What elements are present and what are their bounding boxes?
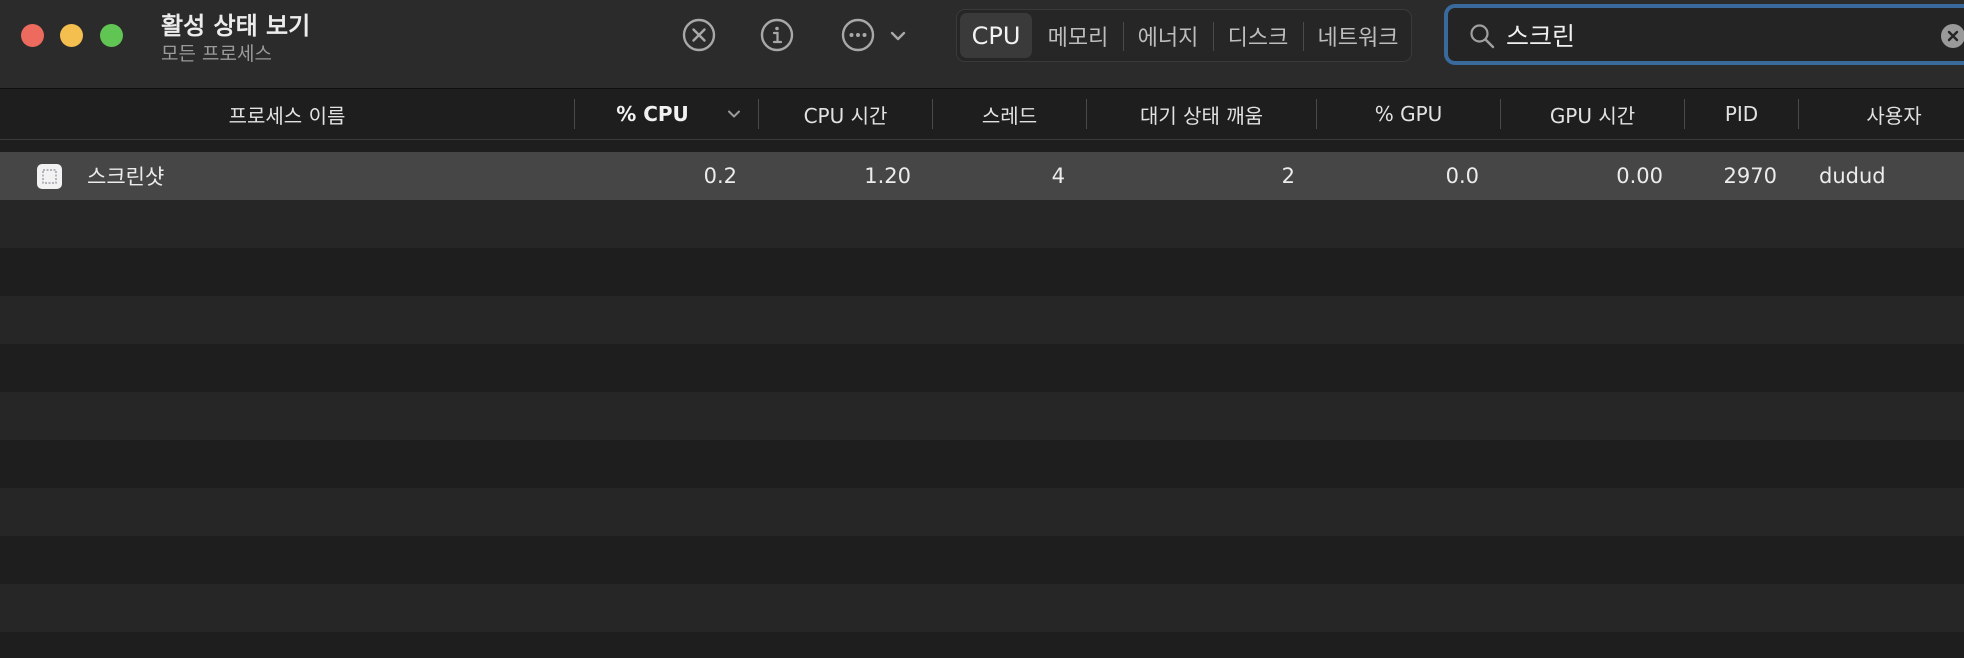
view-tab-bar: CPU 메모리 에너지 디스크 네트워크 [956, 9, 1412, 62]
empty-row [0, 344, 1964, 392]
column-header-idle-wakeups[interactable]: 대기 상태 깨움 [1087, 89, 1316, 139]
more-actions-menu-chevron[interactable] [887, 26, 909, 46]
cell-gpu: 0.0 [1445, 164, 1479, 188]
tab-divider [1213, 22, 1214, 51]
process-table: 스크린샷 0.2 1.20 4 2 0.0 0.00 2970 dudud [0, 152, 1964, 632]
toolbar: 활성 상태 보기 모든 프로세스 CPU 메모리 에너지 디스크 네트워크 스크… [0, 0, 1964, 89]
table-row[interactable]: 스크린샷 0.2 1.20 4 2 0.0 0.00 2970 dudud [0, 152, 1964, 200]
cell-gpu-time: 0.00 [1616, 164, 1663, 188]
cell-idle-wakeups: 2 [1281, 164, 1295, 188]
tab-divider [1123, 22, 1124, 51]
column-header-user[interactable]: 사용자 [1799, 89, 1964, 139]
search-input[interactable] [1506, 17, 1906, 53]
cell-cpu: 0.2 [703, 164, 737, 188]
x-circle-icon [682, 18, 716, 52]
empty-row [0, 536, 1964, 584]
clear-circle-icon [1941, 24, 1964, 48]
empty-row [0, 440, 1964, 488]
empty-row [0, 392, 1964, 440]
column-header-threads[interactable]: 스레드 [933, 89, 1086, 139]
tab-energy[interactable]: 에너지 [1126, 13, 1210, 58]
cell-threads: 4 [1051, 164, 1065, 188]
tab-divider [1303, 22, 1304, 51]
column-header-cpu[interactable]: % CPU [575, 89, 730, 139]
cell-process-name: 스크린샷 [87, 165, 165, 189]
column-header-gpu[interactable]: % GPU [1317, 89, 1500, 139]
column-header-process-name[interactable]: 프로세스 이름 [0, 89, 574, 139]
ellipsis-circle-icon [841, 18, 875, 52]
tab-cpu[interactable]: CPU [960, 13, 1032, 58]
sort-descending-icon [724, 104, 744, 124]
stop-process-button[interactable] [681, 17, 717, 53]
column-header-pid[interactable]: PID [1685, 89, 1798, 139]
cell-cpu-time: 1.20 [864, 164, 911, 188]
more-actions-button[interactable] [840, 17, 876, 53]
window-minimize-button[interactable] [60, 24, 83, 47]
search-clear-button[interactable] [1940, 23, 1964, 49]
search-field[interactable] [1444, 4, 1964, 65]
info-circle-icon [760, 18, 794, 52]
column-header-gpu-time[interactable]: GPU 시간 [1501, 89, 1684, 139]
window-title: 활성 상태 보기 [161, 12, 311, 40]
chevron-down-icon [890, 31, 906, 41]
empty-row [0, 488, 1964, 536]
tab-network[interactable]: 네트워크 [1306, 13, 1410, 58]
screenshot-app-icon [36, 163, 63, 190]
cell-user: dudud [1819, 164, 1886, 188]
cell-pid: 2970 [1723, 164, 1777, 188]
empty-row [0, 200, 1964, 248]
tab-disk[interactable]: 디스크 [1216, 13, 1300, 58]
magnifier-icon [1468, 22, 1496, 50]
empty-row [0, 296, 1964, 344]
column-header-cpu-time[interactable]: CPU 시간 [759, 89, 932, 139]
tab-memory[interactable]: 메모리 [1036, 13, 1120, 58]
window-subtitle: 모든 프로세스 [161, 43, 272, 65]
inspect-process-button[interactable] [759, 17, 795, 53]
table-header: 프로세스 이름 % CPU CPU 시간 스레드 대기 상태 깨움 % GPU … [0, 89, 1964, 140]
empty-row [0, 248, 1964, 296]
window-zoom-button[interactable] [100, 24, 123, 47]
empty-row [0, 584, 1964, 632]
window-close-button[interactable] [21, 24, 44, 47]
